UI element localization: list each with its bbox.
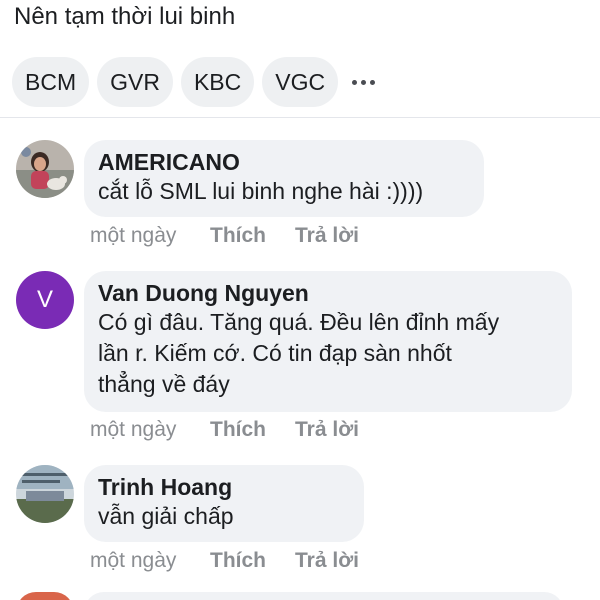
reply-button[interactable]: Trả lời xyxy=(295,549,359,573)
tag-vgc[interactable]: VGC xyxy=(262,57,339,107)
comment-text: vẫn giải chấp xyxy=(98,503,234,529)
reply-button[interactable]: Trả lời xyxy=(295,224,359,248)
avatar-partial xyxy=(16,592,74,600)
comment-author[interactable]: AMERICANO xyxy=(98,148,470,176)
comment-time[interactable]: một ngày xyxy=(90,224,210,248)
like-button[interactable]: Thích xyxy=(210,224,295,248)
avatar-photo xyxy=(16,465,74,523)
like-button[interactable]: Thích xyxy=(210,418,295,442)
comment-actions: một ngày Thích Trả lời xyxy=(90,224,359,248)
comment-author[interactable]: Trinh Hoang xyxy=(98,473,350,501)
comment-time[interactable]: một ngày xyxy=(90,549,210,573)
avatar-photo xyxy=(16,140,74,198)
comment-actions: một ngày Thích Trả lời xyxy=(90,418,359,442)
tag-gvr[interactable]: GVR xyxy=(97,57,173,107)
avatar-initial: V xyxy=(36,286,53,313)
dot xyxy=(369,79,375,85)
like-button[interactable]: Thích xyxy=(210,549,295,573)
comment-text: cắt lỗ SML lui binh nghe hài :)))) xyxy=(98,178,424,204)
comment-author[interactable]: Van Duong Nguyen xyxy=(98,279,558,307)
more-horizontal-icon[interactable] xyxy=(346,57,380,107)
tag-kbc[interactable]: KBC xyxy=(180,57,255,107)
stock-tags: BCM GVR KBC VGC xyxy=(12,57,380,107)
comment-time[interactable]: một ngày xyxy=(90,418,210,442)
avatar[interactable] xyxy=(16,140,74,198)
comment-bubble: Trinh Hoang vẫn giải chấp xyxy=(84,465,364,542)
comment-bubble: AMERICANO cắt lỗ SML lui binh nghe hài :… xyxy=(84,140,484,217)
avatar[interactable] xyxy=(16,465,74,523)
dot xyxy=(351,79,357,85)
avatar[interactable]: V xyxy=(16,271,74,329)
reply-button[interactable]: Trả lời xyxy=(295,418,359,442)
comment-text: Có gì đâu. Tăng quá. Đều lên đỉnh mấy lầ… xyxy=(98,309,500,397)
post-text: Nên tạm thời lui binh xyxy=(14,3,236,30)
comment-bubble: Van Duong Nguyen Có gì đâu. Tăng quá. Đề… xyxy=(84,271,572,412)
comment-actions: một ngày Thích Trả lời xyxy=(90,549,359,573)
divider xyxy=(0,117,600,118)
comment-bubble-partial xyxy=(84,592,564,600)
dot xyxy=(360,79,366,85)
tag-bcm[interactable]: BCM xyxy=(12,57,90,107)
